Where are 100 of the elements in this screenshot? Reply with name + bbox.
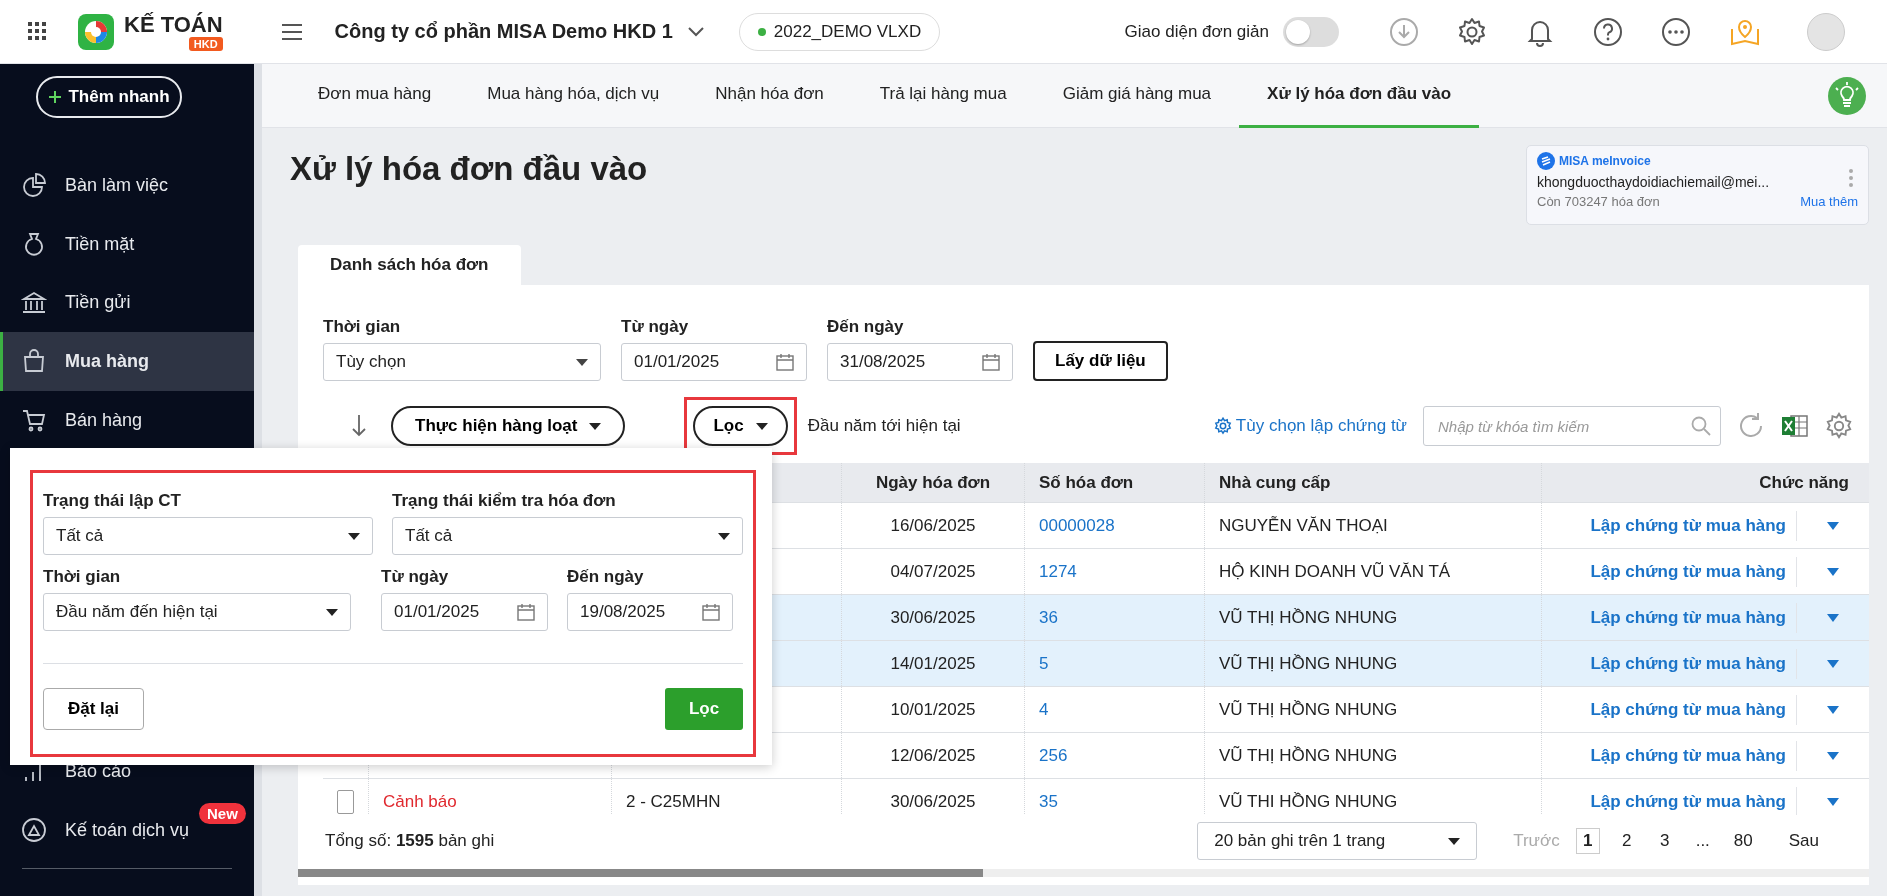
sidebar-item[interactable]: Mua hàng <box>0 332 254 391</box>
create-voucher-link[interactable]: Lập chứng từ mua hàng <box>1590 515 1786 536</box>
create-voucher-link[interactable]: Lập chứng từ mua hàng <box>1590 561 1786 582</box>
invoice-number-link[interactable]: 1274 <box>1039 561 1077 582</box>
invoice-date: 04/07/2025 <box>890 561 976 582</box>
supplier-name: VŨ THỊ HỒNG NHUNG <box>1219 653 1398 674</box>
caret-icon[interactable] <box>1827 521 1839 530</box>
field-label: Thời gian <box>43 567 122 587</box>
invoice-number-link[interactable]: 5 <box>1039 653 1049 674</box>
date-field[interactable]: 19/08/2025 <box>567 593 733 631</box>
page-size-select[interactable]: 20 bản ghi trên 1 trang <box>1197 822 1478 860</box>
dropdown-field[interactable]: Tất cả <box>43 517 373 555</box>
simple-mode-label: Giao diện đơn giản <box>1124 21 1269 42</box>
cart-icon <box>21 407 47 434</box>
reset-button[interactable]: Đặt lại <box>43 688 145 730</box>
scrollbar-thumb[interactable] <box>298 869 983 877</box>
quick-add-button[interactable]: Thêm nhanh <box>36 76 182 118</box>
supplier-name: VŨ THỊ HỒNG NHUNG <box>1219 745 1398 766</box>
invoice-symbol: 2 - C25MHN <box>626 791 721 812</box>
create-voucher-link[interactable]: Lập chứng từ mua hàng <box>1590 745 1786 766</box>
field-label: Đến ngày <box>567 567 645 587</box>
caret-icon[interactable] <box>1827 705 1839 714</box>
sidebar-item[interactable]: Tiền mặt <box>0 214 254 274</box>
field-label: Từ ngày <box>621 317 690 337</box>
invoice-date: 30/06/2025 <box>890 791 976 812</box>
voucher-options-link[interactable]: Tùy chọn lập chứng từ <box>1213 416 1407 436</box>
app-grid-icon[interactable] <box>28 21 48 42</box>
tab[interactable]: Giảm giá hàng mua <box>1034 63 1240 128</box>
dropdown-field[interactable]: Đầu năm đến hiện tại <box>43 593 351 631</box>
invoice-date: 12/06/2025 <box>890 745 976 766</box>
invoice-number-link[interactable]: 35 <box>1039 791 1058 812</box>
page-number[interactable]: 2 <box>1615 829 1638 853</box>
toggle-switch[interactable] <box>1283 16 1339 47</box>
tab[interactable]: Nhận hóa đơn <box>687 63 852 128</box>
account-email: khongduocthaydoidiachiemail@mei... <box>1537 174 1771 190</box>
row-checkbox[interactable] <box>337 789 354 814</box>
field-label: Thời gian <box>323 317 402 337</box>
create-voucher-link[interactable]: Lập chứng từ mua hàng <box>1590 791 1786 812</box>
company-name[interactable]: Công ty cổ phần MISA Demo HKD 1 <box>334 20 673 43</box>
sidebar-item[interactable]: Bán hàng <box>0 390 254 450</box>
fetch-data-button[interactable]: Lấy dữ liệu <box>1033 341 1168 381</box>
page-title: Xử lý hóa đơn đầu vào <box>290 149 648 188</box>
create-voucher-link[interactable]: Lập chứng từ mua hàng <box>1590 699 1786 720</box>
more-icon[interactable] <box>1661 16 1691 47</box>
field-label: Từ ngày <box>381 567 450 587</box>
invoice-number-link[interactable]: 256 <box>1039 745 1068 766</box>
page-number[interactable]: 3 <box>1653 829 1676 853</box>
caret-icon[interactable] <box>1827 797 1839 806</box>
caret-icon[interactable] <box>1827 567 1839 576</box>
create-voucher-link[interactable]: Lập chứng từ mua hàng <box>1590 607 1786 628</box>
supplier-name: VŨ THỊ HỒNG NHUNG <box>1219 607 1398 628</box>
period-select[interactable]: Tùy chọn <box>323 343 601 381</box>
spreadsheet-icon[interactable] <box>1781 413 1809 439</box>
help-icon[interactable] <box>1593 16 1623 47</box>
buy-more-link[interactable]: Mua thêm <box>1800 194 1858 209</box>
invoice-date: 16/06/2025 <box>890 515 976 536</box>
remaining-invoices: Còn 703247 hóa đơn <box>1537 194 1660 209</box>
create-voucher-link[interactable]: Lập chứng từ mua hàng <box>1590 653 1786 674</box>
invoice-number-link[interactable]: 36 <box>1039 607 1058 628</box>
supplier-name: HỘ KINH DOANH VŨ VĂN TÁ <box>1219 561 1451 582</box>
chevron-down-icon[interactable] <box>686 25 705 38</box>
dropdown-field[interactable]: Tất cả <box>392 517 743 555</box>
tab[interactable]: Đơn mua hàng <box>290 63 460 128</box>
menu-icon[interactable] <box>280 22 303 41</box>
date-field[interactable]: 01/01/2025 <box>381 593 548 631</box>
plus-icon <box>48 90 63 104</box>
page-number[interactable]: ... <box>1691 829 1714 853</box>
search-field[interactable]: Nhập từ khóa tìm kiếm <box>1423 406 1721 446</box>
caret-icon[interactable] <box>1827 613 1839 622</box>
next-page-link[interactable]: Sau <box>1788 831 1819 851</box>
invoice-date: 30/06/2025 <box>890 607 976 628</box>
sidebar-item[interactable]: Tiền gửi <box>0 273 254 333</box>
settings-icon[interactable] <box>1825 412 1853 440</box>
bulk-action-button[interactable]: Thực hiện hàng loạt <box>391 406 626 446</box>
new-badge: New <box>199 803 246 825</box>
date-field[interactable]: 01/01/2025 <box>621 343 807 381</box>
page-number[interactable]: 80 <box>1729 829 1757 853</box>
column-header: Chức năng <box>1759 472 1849 493</box>
sidebar-item[interactable]: Bàn làm việc <box>0 156 254 215</box>
table-row[interactable]: Cảnh báo 2 - C25MHN 30/06/2025 35 VŨ THI HỒNG NHUNG Lập chứng từ mua hàng <box>323 779 1869 815</box>
tab[interactable]: Xử lý hóa đơn đầu vào <box>1239 63 1480 128</box>
tab[interactable]: Trả lại hàng mua <box>851 63 1035 128</box>
brand-name: MISA meInvoice <box>1559 154 1651 168</box>
caret-icon[interactable] <box>1827 751 1839 760</box>
field-label: Trạng thái lập CT <box>43 491 182 511</box>
logo-icon <box>78 13 114 50</box>
invoice-number-link[interactable]: 4 <box>1039 699 1049 720</box>
filter-button[interactable]: Lọc <box>693 406 788 446</box>
caret-icon[interactable] <box>1827 659 1839 668</box>
light-bulb-icon[interactable] <box>1827 75 1867 116</box>
date-field[interactable]: 31/08/2025 <box>827 343 1013 381</box>
sidebar-item[interactable]: Kế toán dịch vụ New <box>0 801 254 860</box>
app-name: KẾ TOÁN <box>124 12 223 37</box>
tab[interactable]: Danh sách hóa đơn <box>298 245 521 285</box>
invoice-number-link[interactable]: 00000028 <box>1039 515 1115 536</box>
column-header: Ngày hóa đơn <box>875 472 991 493</box>
settings-icon[interactable] <box>1457 16 1487 47</box>
tab[interactable]: Mua hàng hóa, dịch vụ <box>459 63 688 128</box>
triangle-circle-icon <box>21 817 47 844</box>
page-number[interactable]: 1 <box>1575 828 1600 854</box>
